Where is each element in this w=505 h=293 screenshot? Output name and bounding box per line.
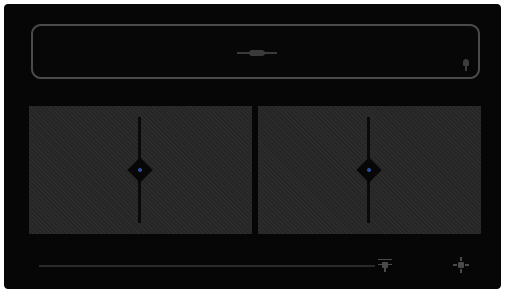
microphone-icon[interactable] [462,59,470,71]
settings-icon[interactable] [453,257,469,273]
left-pad[interactable] [29,106,252,234]
settings-core [458,262,464,268]
right-knob-indicator [365,167,372,173]
right-slider-knob[interactable] [355,157,382,183]
settings-top [460,257,462,261]
microphone-body [463,59,469,66]
sliders-icon[interactable] [377,257,393,273]
left-knob-indicator [136,167,143,173]
settings-bottom [460,269,462,273]
sliders-stem [384,268,386,272]
bottom-slider[interactable] [39,265,375,267]
sliders-line-1 [378,259,392,260]
settings-left [453,264,457,266]
grip-bump [249,50,265,56]
app-window [4,4,501,289]
display-panel[interactable] [31,24,480,79]
left-slider-knob[interactable] [126,157,153,183]
microphone-stem [465,66,467,71]
settings-right [465,264,469,266]
grip-handle-icon[interactable] [237,50,277,56]
right-pad[interactable] [258,106,481,234]
